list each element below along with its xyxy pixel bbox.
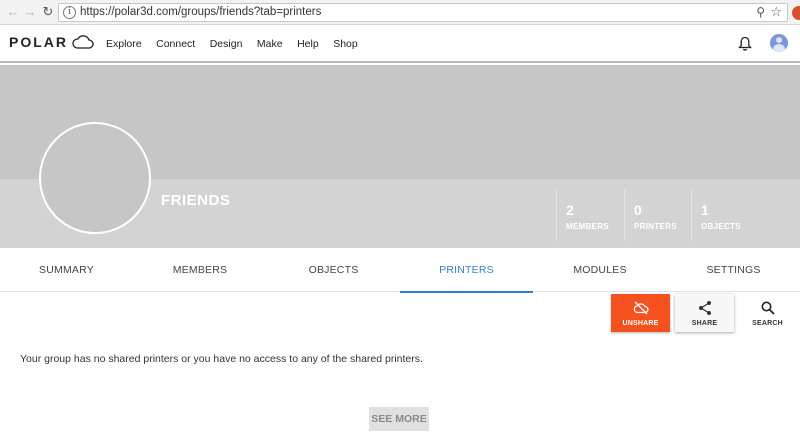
back-icon[interactable]: ← — [5, 4, 21, 20]
nav-shop[interactable]: Shop — [333, 38, 358, 50]
group-avatar — [39, 122, 151, 234]
browser-toolbar: ← → ↻ i https://polar3d.com/groups/frien… — [0, 0, 800, 25]
stat-objects-value: 1 — [701, 202, 709, 218]
nav-explore[interactable]: Explore — [106, 38, 142, 50]
see-more-button[interactable]: SEE MORE — [369, 407, 429, 431]
nav-design[interactable]: Design — [210, 38, 243, 50]
share-button[interactable]: SHARE — [675, 294, 734, 332]
unshare-label: UNSHARE — [622, 320, 659, 327]
tab-modules[interactable]: MODULES — [533, 248, 667, 292]
stat-members[interactable]: 2 MEMBERS — [556, 190, 624, 240]
avatar-head — [776, 37, 782, 43]
main-nav: Explore Connect Design Make Help Shop — [106, 38, 372, 50]
search-icon — [761, 301, 775, 315]
user-avatar[interactable] — [770, 34, 788, 52]
info-icon[interactable]: i — [63, 6, 76, 19]
notification-bell-icon[interactable] — [738, 36, 752, 52]
search-button[interactable]: SEARCH — [738, 294, 797, 332]
stat-printers-label: PRINTERS — [634, 222, 677, 231]
share-icon — [698, 301, 711, 315]
forward-icon[interactable]: → — [22, 4, 38, 20]
avatar-body — [773, 44, 785, 52]
group-name: FRIENDS — [161, 192, 231, 209]
zoom-icon[interactable]: ⚲ — [756, 5, 765, 19]
stat-members-value: 2 — [566, 202, 574, 218]
nav-connect[interactable]: Connect — [156, 38, 195, 50]
cloud-logo-icon — [72, 35, 94, 49]
address-bar[interactable]: i https://polar3d.com/groups/friends?tab… — [58, 3, 788, 22]
share-label: SHARE — [691, 320, 718, 327]
search-label: SEARCH — [752, 320, 783, 327]
cloud-off-icon — [633, 301, 649, 315]
nav-help[interactable]: Help — [297, 38, 319, 50]
empty-printers-message: Your group has no shared printers or you… — [20, 353, 423, 365]
tab-printers[interactable]: PRINTERS — [400, 248, 533, 293]
stat-objects-label: OBJECTS — [701, 222, 741, 231]
group-banner: FRIENDS 2 MEMBERS 0 PRINTERS 1 OBJECTS — [0, 65, 800, 248]
tab-objects[interactable]: OBJECTS — [267, 248, 400, 292]
nav-make[interactable]: Make — [257, 38, 283, 50]
tab-summary[interactable]: SUMMARY — [0, 248, 133, 292]
tab-settings[interactable]: SETTINGS — [667, 248, 800, 292]
logo-text: POLAR — [9, 34, 68, 50]
unshare-button[interactable]: UNSHARE — [611, 294, 670, 332]
extension-icon[interactable] — [792, 6, 800, 20]
polar-logo[interactable]: POLAR — [9, 34, 94, 50]
group-tabs: SUMMARY MEMBERS OBJECTS PRINTERS MODULES… — [0, 248, 800, 293]
stat-printers-value: 0 — [634, 202, 642, 218]
site-header: POLAR Explore Connect Design Make Help S… — [0, 25, 800, 63]
stat-printers[interactable]: 0 PRINTERS — [624, 190, 692, 240]
stat-objects[interactable]: 1 OBJECTS — [691, 190, 759, 240]
reload-icon[interactable]: ↻ — [40, 4, 56, 20]
tab-members[interactable]: MEMBERS — [133, 248, 267, 292]
stat-members-label: MEMBERS — [566, 222, 609, 231]
bookmark-star-icon[interactable]: ☆ — [770, 4, 782, 20]
url-text[interactable]: https://polar3d.com/groups/friends?tab=p… — [80, 6, 321, 18]
